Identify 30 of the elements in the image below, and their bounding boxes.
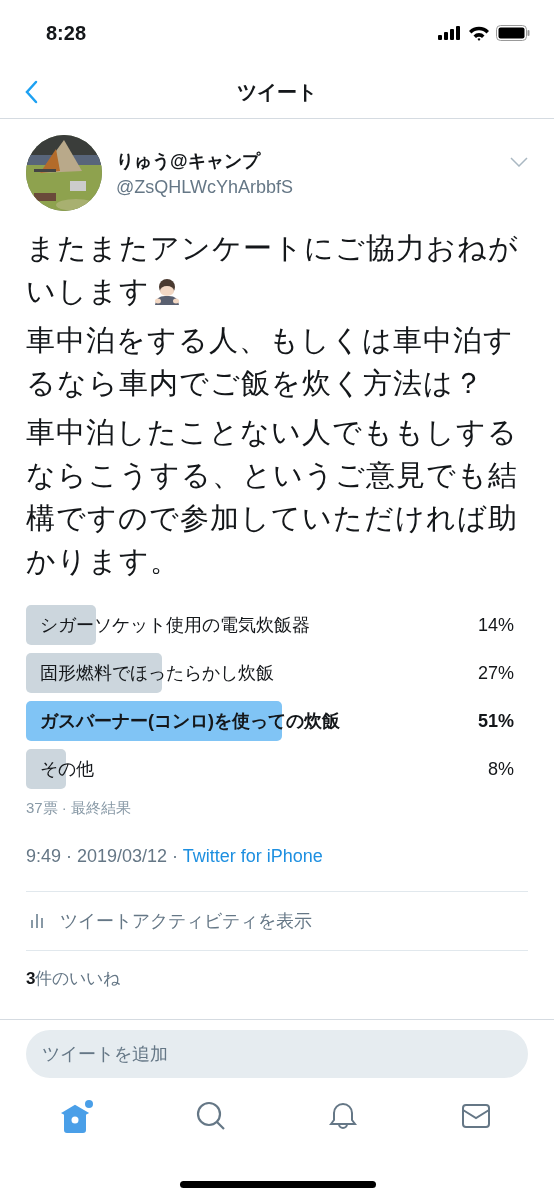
mail-icon[interactable] [460, 1103, 491, 1129]
status-time: 8:28 [46, 21, 87, 45]
poll-percent: 14% [477, 614, 514, 636]
back-icon[interactable] [24, 80, 38, 104]
poll-percent: 27% [477, 662, 514, 684]
likes-label[interactable]: 件のいいね [35, 969, 121, 988]
likes-count[interactable]: 3 [26, 969, 36, 988]
search-icon[interactable] [195, 1101, 226, 1131]
poll-summary: 37票 · 最終結果 [26, 799, 132, 818]
home-icon[interactable] [61, 1099, 96, 1133]
battery-icon [496, 25, 530, 41]
source-link[interactable]: Twitter for iPhone [182, 846, 323, 866]
tweet-text: またまたアンケートにご協力おねがいします [26, 231, 520, 309]
poll-option: 固形燃料でほったらかし炊飯 [40, 661, 274, 685]
tweet-text: 車中泊したことない人でももしするならこうする、というご意見でも結構ですので参加していただければ助かります。 [26, 415, 519, 579]
page-title: ツイート [237, 79, 317, 105]
wifi-icon [468, 25, 490, 41]
poll-option: シガーソケット使用の電気炊飯器 [40, 613, 310, 637]
tweet-text: 車中泊をする人、もしくは車中泊するなら車内でご飯を炊く方法は？ [26, 323, 515, 401]
bell-icon[interactable] [328, 1101, 359, 1131]
poll-percent: 51% [477, 710, 514, 732]
bar-chart-icon [30, 914, 44, 928]
tweet-timestamp: 9:49 · 2019/03/12 · [26, 846, 180, 866]
author-name[interactable]: りゅう@キャンプ [116, 148, 293, 173]
author-handle[interactable]: @ZsQHLWcYhArbbfS [116, 176, 293, 198]
poll-option: その他 [40, 757, 94, 781]
signal-icon [438, 26, 462, 40]
reply-field[interactable]: ツイートを追加 [26, 1030, 528, 1078]
poll-percent: 8% [488, 758, 514, 780]
activity-link[interactable]: ツイートアクティビティを表示 [60, 909, 312, 933]
